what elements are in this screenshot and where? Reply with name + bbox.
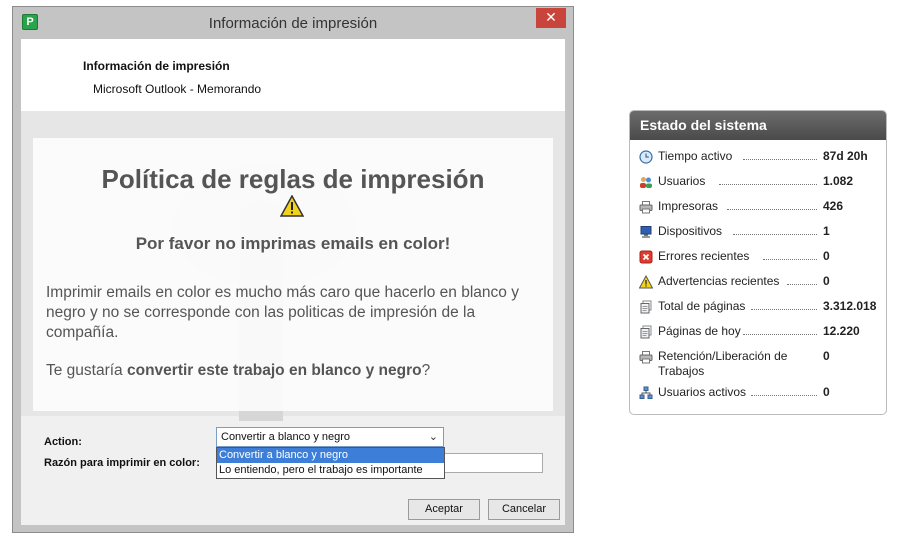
action-select[interactable]: Convertir a blanco y negro ⌄ [216, 427, 444, 447]
reason-input[interactable] [436, 453, 543, 473]
chevron-down-icon[interactable]: ⌄ [429, 428, 438, 446]
status-item-recent-warnings: Advertencias recientes 0 [639, 272, 884, 294]
dot-leader [719, 184, 817, 185]
question-bold: convertir este trabajo en blanco y negro [127, 362, 422, 379]
question-suffix: ? [421, 362, 431, 379]
policy-message-box: Política de reglas de impresión Por favo… [33, 138, 553, 411]
dot-leader [751, 309, 817, 310]
accept-button[interactable]: Aceptar [408, 499, 480, 520]
hold-release-icon [639, 351, 653, 364]
reason-label: Razón para imprimir en color: [44, 457, 200, 469]
status-value: 0 [823, 385, 830, 399]
dot-leader [763, 259, 817, 260]
status-item-recent-errors: Errores recientes 0 [639, 247, 884, 269]
dot-leader [733, 234, 817, 235]
action-selected-value: Convertir a blanco y negro [221, 431, 351, 443]
status-value: 0 [823, 274, 830, 288]
policy-title: Política de reglas de impresión [101, 164, 485, 194]
policy-question: Te gustaría convertir este trabajo en bl… [46, 362, 536, 380]
status-item-printers: Impresoras 426 [639, 197, 884, 219]
status-label: Páginas de hoy [658, 324, 741, 338]
status-item-hold-release: Retención/Liberación de Trabajos 0 [639, 347, 884, 383]
policy-subtitle: Por favor no imprimas emails en color! [135, 234, 451, 253]
system-status-panel: Estado del sistema Tiempo activo 87d 20h… [629, 110, 887, 415]
print-info-dialog: P Información de impresión ✕ Información… [12, 6, 574, 533]
active-users-icon [639, 386, 653, 399]
status-label: Total de páginas [658, 299, 746, 313]
status-value: 3.312.018 [823, 299, 877, 313]
status-value: 0 [823, 349, 830, 363]
policy-text: Imprimir emails en color es mucho más ca… [46, 284, 519, 341]
status-item-active-users: Usuarios activos 0 [639, 383, 884, 405]
action-dropdown-list: Convertir a blanco y negro Lo entiendo, … [216, 447, 445, 479]
action-label: Action: [44, 436, 82, 448]
dialog-header: Información de impresión Microsoft Outlo… [21, 39, 565, 111]
status-label: Dispositivos [658, 224, 723, 238]
cancel-button[interactable]: Cancelar [488, 499, 560, 520]
users-icon [640, 177, 652, 188]
status-label: Usuarios [658, 174, 706, 188]
status-value: 0 [823, 249, 830, 263]
status-label: Tiempo activo [658, 149, 733, 163]
status-value: 426 [823, 199, 844, 213]
error-icon [639, 250, 653, 264]
status-label: Errores recientes [658, 249, 750, 263]
status-panel-title: Estado del sistema [630, 111, 886, 140]
dot-leader [787, 284, 817, 285]
status-item-pages-today: Páginas de hoy 12.220 [639, 322, 884, 344]
dot-leader [743, 159, 817, 160]
dialog-content: Información de impresión Microsoft Outlo… [21, 39, 565, 525]
device-icon [640, 226, 652, 238]
status-value: 1.082 [823, 174, 854, 188]
printer-icon [639, 201, 653, 214]
warning-icon [280, 195, 304, 217]
status-label: Impresoras [658, 199, 719, 213]
action-option[interactable]: Convertir a blanco y negro [217, 448, 444, 463]
status-label: Retención/Liberación de Trabajos [658, 349, 788, 378]
question-prefix: Te gustaría [46, 362, 127, 379]
dot-leader [727, 209, 817, 210]
warning-icon [639, 275, 653, 289]
pages-icon [640, 300, 652, 314]
window-title: Información de impresión [208, 15, 378, 32]
status-item-uptime: Tiempo activo 87d 20h [639, 147, 884, 169]
close-button[interactable]: ✕ [536, 8, 566, 28]
status-value: 1 [823, 224, 830, 238]
action-option[interactable]: Lo entiendo, pero el trabajo es importan… [217, 463, 444, 478]
status-value: 87d 20h [823, 149, 868, 163]
status-label: Advertencias recientes [658, 274, 780, 288]
clock-icon [639, 150, 653, 164]
status-value: 12.220 [823, 324, 860, 338]
policy-area: Política de reglas de impresión Por favo… [21, 111, 565, 421]
pages-today-icon [640, 325, 652, 339]
status-item-users: Usuarios 1.082 [639, 172, 884, 194]
titlebar: P Información de impresión ✕ [13, 7, 573, 39]
status-item-total-pages: Total de páginas 3.312.018 [639, 297, 884, 319]
dot-leader [751, 395, 817, 396]
status-item-devices: Dispositivos 1 [639, 222, 884, 244]
header-subtitle: Microsoft Outlook - Memorando [93, 82, 262, 96]
status-label: Usuarios activos [658, 385, 747, 399]
header-title: Información de impresión [83, 59, 230, 73]
dot-leader [743, 334, 817, 335]
